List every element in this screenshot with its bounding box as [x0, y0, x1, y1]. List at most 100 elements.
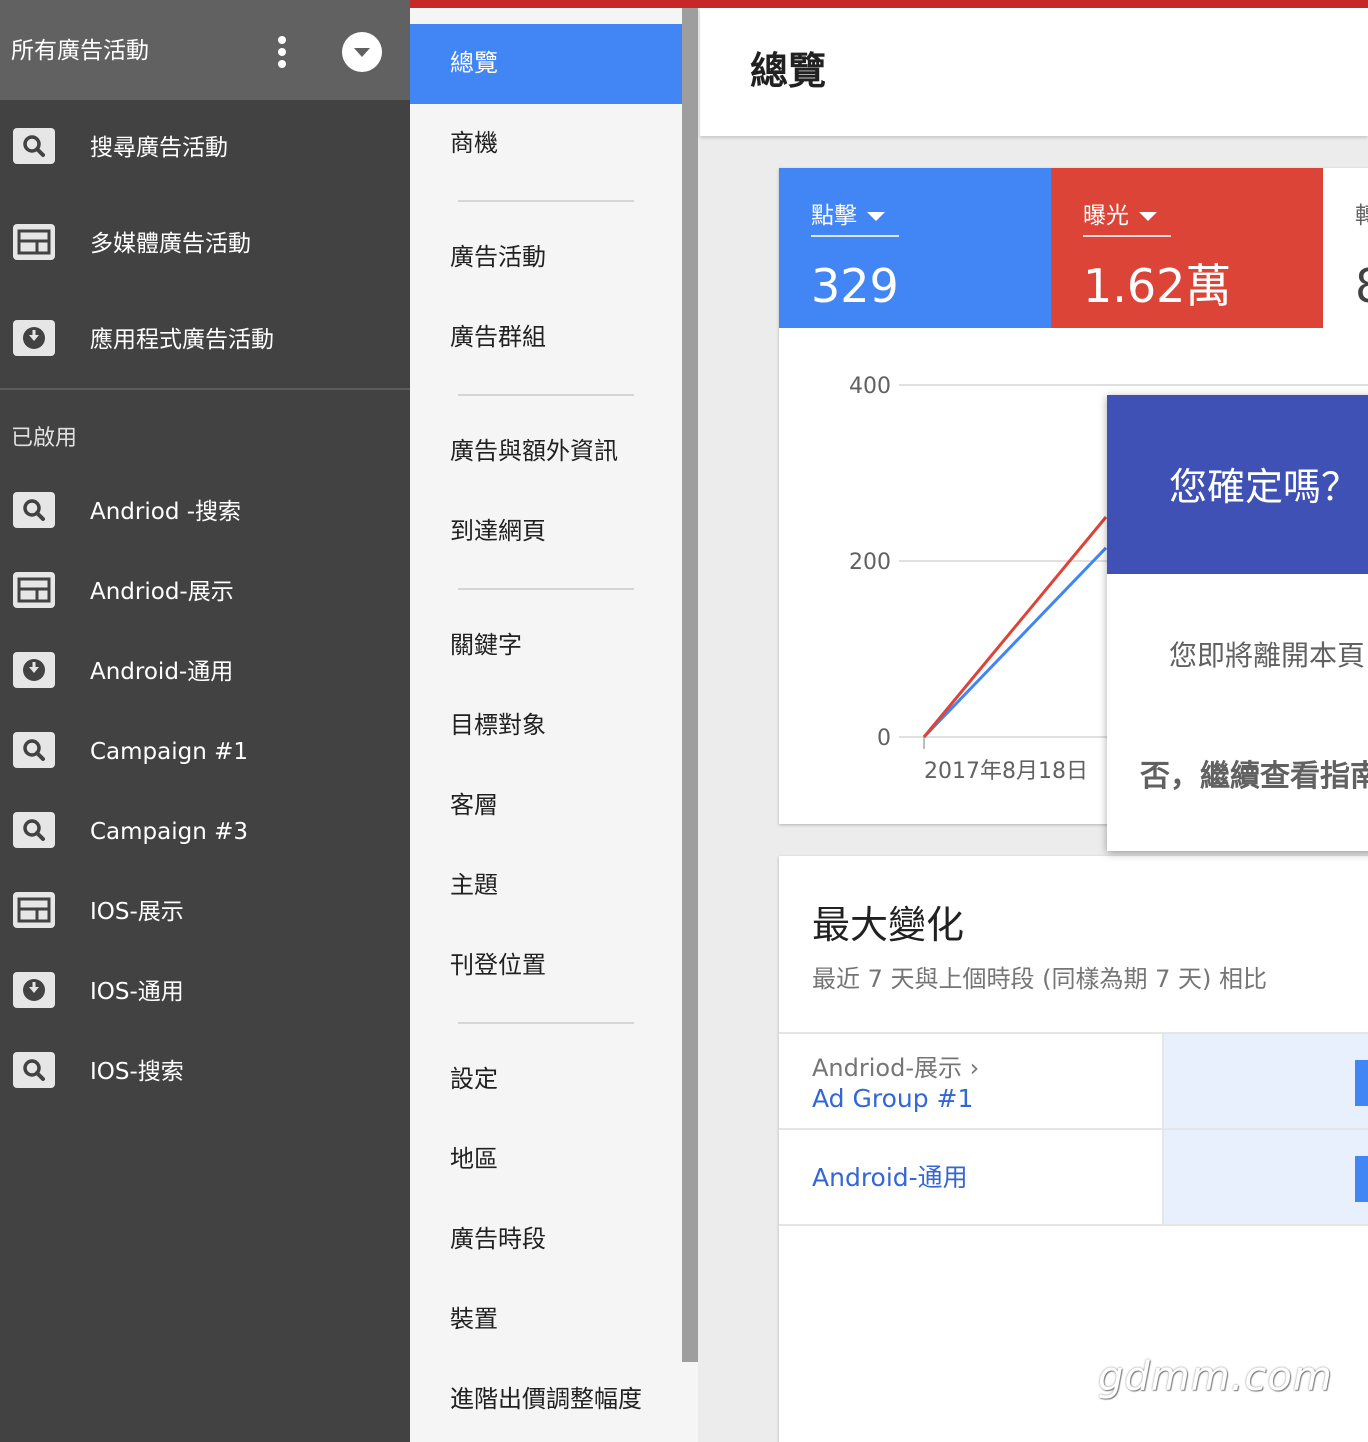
nav-item[interactable]: 廣告活動 — [410, 218, 682, 298]
page-nav: 總覽商機廣告活動廣告群組廣告與額外資訊 到達網頁關鍵字目標對象客層主題刊登位置設定… — [410, 0, 700, 1442]
sidebar-item-label: Android-通用 — [90, 659, 234, 685]
nav-scrollbar[interactable] — [682, 8, 698, 1362]
row-link[interactable]: Ad Group #1 — [812, 1082, 973, 1116]
sidebar-item-label: Campaign #3 — [90, 819, 249, 845]
nav-item[interactable]: 進階出價調整幅度 — [410, 1360, 682, 1440]
nav-scroll-gutter — [682, 1362, 698, 1442]
sidebar-item[interactable]: IOS-搜索 — [0, 1032, 410, 1112]
dropdown-arrow-icon[interactable] — [342, 32, 382, 72]
more-vert-icon[interactable] — [266, 30, 298, 74]
search-icon — [13, 732, 55, 768]
sidebar-item[interactable]: 搜尋廣告活動 — [0, 108, 410, 188]
dialog-message: 您即將離開本頁 — [1169, 639, 1366, 672]
nav-item-label: 客層 — [450, 791, 498, 819]
nav-item-label: 裝置 — [450, 1305, 498, 1333]
row-parent-campaign: Andriod-展示 › — [812, 1054, 980, 1082]
nav-item-label: 刊登位置 — [450, 951, 546, 979]
search-icon — [13, 128, 55, 164]
metric-underline — [811, 235, 899, 237]
sidebar-item-label: 多媒體廣告活動 — [90, 231, 251, 257]
sidebar-item[interactable]: 應用程式廣告活動 — [0, 300, 410, 380]
caret-down-icon — [867, 212, 885, 221]
nav-item-label: 廣告與額外資訊 — [450, 437, 618, 465]
sidebar-divider — [0, 388, 410, 390]
table-row[interactable]: Android-通用 — [779, 1128, 1368, 1224]
display-icon — [13, 892, 55, 928]
sidebar-item[interactable]: Andriod -搜索 — [0, 472, 410, 552]
nav-item[interactable]: 目標對象 — [410, 686, 682, 766]
metric-impressions[interactable]: 曝光 1.62萬 — [1051, 168, 1323, 328]
search-icon — [13, 492, 55, 528]
x-tick-label: 2017年8月18日 — [924, 759, 1088, 784]
nav-item-label: 目標對象 — [450, 711, 546, 739]
nav-item-label: 設定 — [450, 1065, 498, 1093]
download-icon — [13, 320, 55, 356]
nav-item[interactable]: 關鍵字 — [410, 606, 682, 686]
y-tick-label: 400 — [849, 374, 891, 399]
nav-item-label: 到達網頁 — [450, 517, 546, 545]
sidebar-item-label: Andriod-展示 — [90, 579, 234, 605]
nav-item-label: 廣告群組 — [450, 323, 546, 351]
row-link[interactable]: Android-通用 — [812, 1161, 968, 1195]
sidebar-item-label: IOS-展示 — [90, 899, 184, 925]
nav-divider — [458, 588, 634, 590]
nav-divider — [458, 1022, 634, 1024]
nav-item[interactable]: 主題 — [410, 846, 682, 926]
nav-item[interactable]: 刊登位置 — [410, 926, 682, 1006]
metric-clicks-label[interactable]: 點擊 — [811, 200, 885, 232]
sidebar-header: 所有廣告活動 — [0, 0, 410, 100]
dialog-header: 您確定嗎？ — [1107, 395, 1368, 574]
sidebar-item[interactable]: 多媒體廣告活動 — [0, 204, 410, 284]
row-change-bar — [1355, 1060, 1368, 1106]
sidebar-title[interactable]: 所有廣告活動 — [11, 36, 149, 66]
sidebar-item[interactable]: IOS-展示 — [0, 872, 410, 952]
nav-item[interactable]: 廣告時段 — [410, 1200, 682, 1280]
search-icon — [13, 812, 55, 848]
nav-item[interactable]: 廣告群組 — [410, 298, 682, 378]
nav-item[interactable]: 客層 — [410, 766, 682, 846]
sidebar-item[interactable]: Android-通用 — [0, 632, 410, 712]
sidebar-section-label: 已啟用 — [11, 426, 78, 451]
nav-item-label: 主題 — [450, 871, 498, 899]
nav-divider — [458, 200, 634, 202]
nav-item[interactable]: 總覽 — [410, 24, 682, 104]
metric-underline — [1083, 235, 1171, 237]
row-change-cell — [1162, 1034, 1368, 1128]
nav-item-label: 關鍵字 — [450, 631, 522, 659]
nav-item[interactable]: 地區 — [410, 1120, 682, 1200]
metric-conversions-label[interactable]: 轉 — [1355, 200, 1368, 232]
metric-conversions[interactable]: 轉 8 — [1323, 168, 1368, 328]
changes-title: 最大變化 — [812, 903, 965, 947]
nav-item[interactable]: 到達網頁 — [410, 492, 682, 572]
nav-item[interactable]: 商機 — [410, 104, 682, 184]
y-tick-label: 200 — [849, 550, 891, 575]
nav-item-label: 廣告活動 — [450, 243, 546, 271]
sidebar-item[interactable]: Campaign #1 — [0, 712, 410, 792]
nav-item-label: 總覽 — [450, 49, 498, 77]
sidebar-item[interactable]: Campaign #3 — [0, 792, 410, 872]
main-top-accent — [698, 0, 1368, 8]
sidebar-item[interactable]: Andriod-展示 — [0, 552, 410, 632]
campaign-sidebar: 所有廣告活動 搜尋廣告活動 多媒體廣告活動應用程式廣告活動 已啟用 Andriod… — [0, 0, 410, 1442]
sidebar-item[interactable]: IOS-通用 — [0, 952, 410, 1032]
nav-divider — [458, 394, 634, 396]
metric-clicks[interactable]: 點擊 329 — [779, 168, 1051, 328]
page-title: 總覽 — [750, 49, 827, 93]
watermark: gdmm.com — [1098, 1354, 1333, 1400]
dialog-title: 您確定嗎？ — [1169, 465, 1360, 509]
metric-impressions-label[interactable]: 曝光 — [1083, 200, 1157, 232]
series-line-1 — [922, 516, 1108, 738]
table-row[interactable]: Andriod-展示 › Ad Group #1 — [779, 1032, 1368, 1128]
table-bottom-line — [779, 1224, 1368, 1226]
nav-item[interactable]: 裝置 — [410, 1280, 682, 1360]
caret-down-icon — [1139, 212, 1157, 221]
nav-item[interactable]: 設定 — [410, 1040, 682, 1120]
dialog-continue-button[interactable]: 否，繼續查看指南 — [1140, 757, 1368, 797]
sidebar-item-label: 搜尋廣告活動 — [90, 135, 228, 161]
confirm-dialog: 您確定嗎？ 您即將離開本頁 否，繼續查看指南 — [1107, 395, 1368, 851]
display-icon — [13, 224, 55, 260]
row-change-bar — [1355, 1156, 1368, 1202]
sidebar-item-label: IOS-搜索 — [90, 1059, 184, 1085]
nav-item[interactable]: 廣告與額外資訊 — [410, 412, 682, 492]
y-tick-label: 0 — [877, 726, 891, 751]
